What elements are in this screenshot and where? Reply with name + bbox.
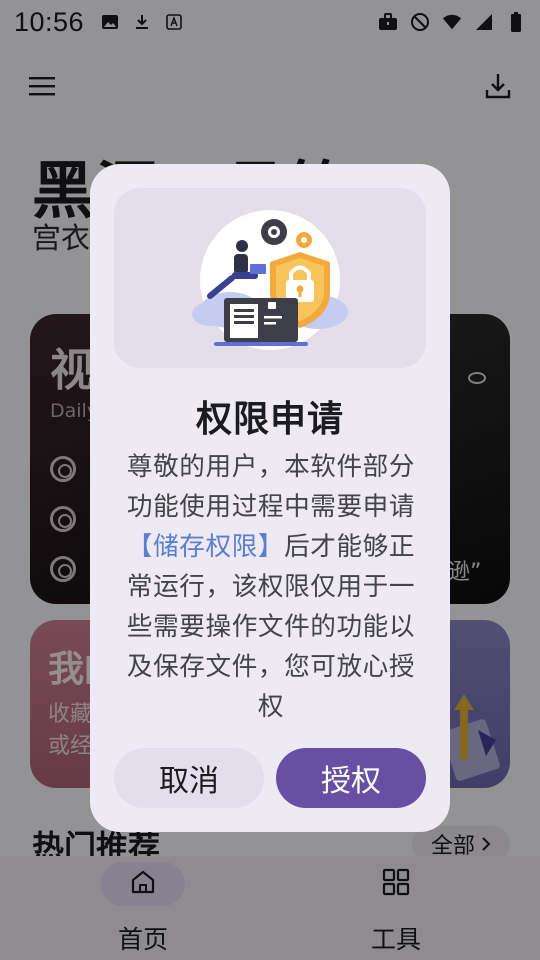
permission-dialog: 权限申请 尊敬的用户，本软件部分功能使用过程中需要申请【储存权限】后才能够正常运… — [90, 164, 450, 832]
dialog-message-text: 尊敬的用户，本软件部分功能使用过程中需要申请 — [126, 452, 416, 522]
dialog-message: 尊敬的用户，本软件部分功能使用过程中需要申请【储存权限】后才能够正常运行，该权限… — [120, 447, 422, 727]
grant-button[interactable]: 授权 — [276, 748, 426, 808]
dialog-title: 权限申请 — [195, 399, 344, 440]
cancel-button[interactable]: 取消 — [114, 748, 264, 808]
illustration-container — [114, 188, 426, 368]
storage-permission-highlight: 【储存权限】 — [126, 532, 285, 562]
security-lock-illustration-icon — [192, 210, 348, 350]
